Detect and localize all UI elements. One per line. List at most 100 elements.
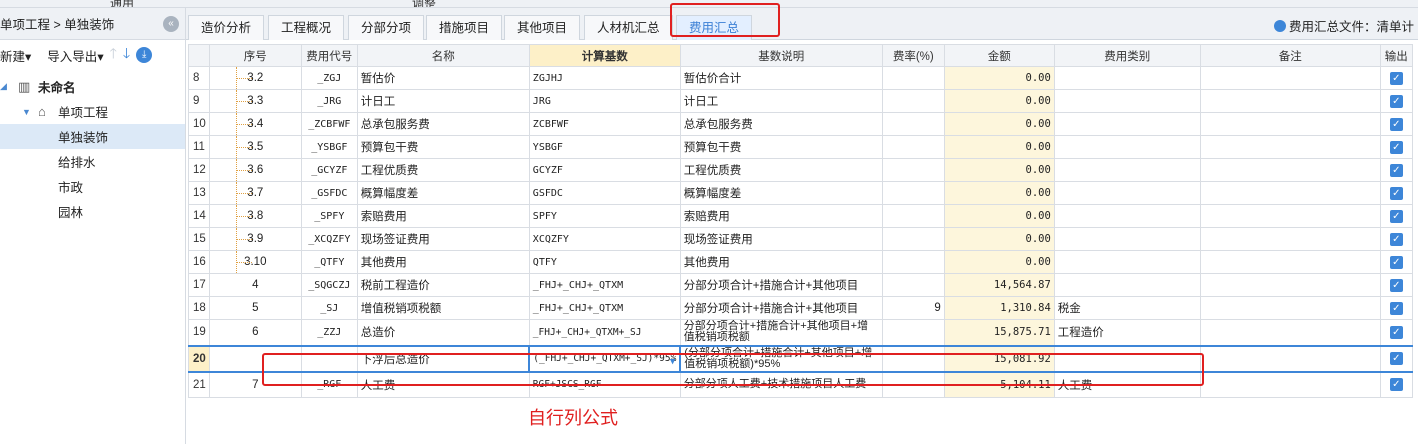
cell-seq[interactable]: 3.10 (208, 250, 302, 274)
cell-rate[interactable] (881, 66, 945, 90)
col-rate[interactable]: 费率(%) (881, 44, 945, 67)
cell-base[interactable]: JRG (528, 89, 681, 113)
cell-remark[interactable] (1199, 250, 1381, 274)
cell-desc[interactable]: 分部分项合计+措施合计+其他项目 (679, 296, 883, 320)
cell-code[interactable]: _ZGJ (300, 66, 358, 90)
col-code[interactable]: 费用代号 (300, 44, 358, 67)
col-remark[interactable]: 备注 (1199, 44, 1381, 67)
col-output[interactable]: 输出 (1379, 44, 1413, 67)
cell-name[interactable]: 总承包服务费 (356, 112, 530, 136)
tree-node-unit[interactable]: 给排水 (0, 149, 185, 174)
cell-amount[interactable]: 0.00 (943, 181, 1055, 205)
cell-seq[interactable]: 3.7 (208, 181, 302, 205)
summary-file-label[interactable]: 费用汇总文件：清单计 (1273, 16, 1414, 35)
cell-category[interactable] (1053, 204, 1201, 228)
cell-name[interactable]: 现场签证费用 (356, 227, 530, 251)
cell-seq[interactable]: 3.4 (208, 112, 302, 136)
cell-n[interactable]: 18 (188, 296, 210, 320)
tree-node-unit[interactable]: 园林 (0, 199, 185, 224)
tab-project-overview[interactable]: 工程概况 (268, 15, 345, 40)
cell-n[interactable]: 9 (188, 89, 210, 113)
cell-category[interactable]: 税金 (1053, 296, 1201, 320)
cell-remark[interactable] (1199, 227, 1381, 251)
cell-amount[interactable]: 0.00 (943, 135, 1055, 159)
cell-desc[interactable]: 预算包干费 (679, 135, 883, 159)
cell-n[interactable]: 20 (188, 344, 210, 373)
col-amount[interactable]: 金额 (943, 44, 1055, 67)
cell-desc[interactable]: 暂估价合计 (679, 66, 883, 90)
cell-n[interactable]: 21 (188, 371, 210, 398)
cell-seq[interactable]: 4 (208, 273, 302, 297)
cell-base[interactable]: XCQZFY (528, 227, 681, 251)
table-row[interactable]: 13 3.7 _GSFDC 概算幅度差 GSFDC 概算幅度差 0.00 ✓ (188, 181, 1413, 205)
cell-rate[interactable] (881, 181, 945, 205)
cell-category[interactable] (1053, 112, 1201, 136)
col-name[interactable]: 名称 (356, 44, 530, 67)
cell-desc[interactable]: 其他费用 (679, 250, 883, 274)
tab-cost-analysis[interactable]: 造价分析 (188, 15, 265, 40)
cell-n[interactable]: 8 (188, 66, 210, 90)
cell-remark[interactable] (1199, 204, 1381, 228)
cell-name[interactable]: 工程优质费 (356, 158, 530, 182)
tab-subitems[interactable]: 分部分项 (348, 15, 425, 40)
tab-measures[interactable]: 措施项目 (426, 15, 503, 40)
output-checkbox[interactable]: ✓ (1389, 117, 1403, 131)
cell-base[interactable]: GCYZF (528, 158, 681, 182)
output-checkbox[interactable]: ✓ (1389, 352, 1403, 365)
cell-code[interactable]: _SJ (300, 296, 358, 320)
cell-desc[interactable]: 分部分项合计+措施合计+其他项目 (679, 273, 883, 297)
cell-seq[interactable]: 3.5 (208, 135, 302, 159)
output-checkbox[interactable]: ✓ (1389, 163, 1403, 177)
cell-n[interactable]: 15 (188, 227, 210, 251)
tree-node-unit[interactable]: 单独装饰 (0, 124, 185, 149)
collapse-icon[interactable]: « (163, 16, 179, 32)
cell-code[interactable]: _ZCBFWF (300, 112, 358, 136)
cell-base[interactable]: _FHJ+_CHJ+_QTXM (528, 296, 681, 320)
cell-remark[interactable] (1199, 181, 1381, 205)
tree-node-project[interactable]: ▼ ⌂ 单项工程 (0, 99, 185, 124)
cell-remark[interactable] (1199, 66, 1381, 90)
output-checkbox[interactable]: ✓ (1389, 255, 1403, 269)
move-down-icon[interactable]: 🡓 (123, 43, 130, 67)
cell-remark[interactable] (1199, 371, 1381, 398)
cell-category[interactable] (1053, 250, 1201, 274)
tab-labor-material[interactable]: 人材机汇总 (584, 15, 673, 40)
cell-rate[interactable] (881, 204, 945, 228)
cell-amount[interactable]: 15,875.71 (943, 319, 1055, 346)
cell-n[interactable]: 13 (188, 181, 210, 205)
cell-amount[interactable]: 14,564.87 (943, 273, 1055, 297)
output-checkbox[interactable]: ✓ (1389, 301, 1403, 315)
cell-n[interactable]: 10 (188, 112, 210, 136)
cell-base[interactable]: YSBGF (528, 135, 681, 159)
cell-rate[interactable]: 9 (881, 296, 945, 320)
cell-category[interactable] (1053, 89, 1201, 113)
cell-code[interactable]: _SQGCZJ (300, 273, 358, 297)
cell-category[interactable] (1053, 135, 1201, 159)
cell-base[interactable]: ZGJHJ (528, 66, 681, 90)
tree-node-root[interactable]: ◢ ▥ 未命名 (0, 74, 185, 99)
cell-code[interactable]: _JRG (300, 89, 358, 113)
cell-category[interactable] (1053, 158, 1201, 182)
table-row[interactable]: 8 3.2 _ZGJ 暂估价 ZGJHJ 暂估价合计 0.00 ✓ (188, 66, 1413, 90)
output-checkbox[interactable]: ✓ (1389, 71, 1403, 85)
cell-rate[interactable] (881, 273, 945, 297)
collapse-triangle-icon[interactable]: ◢ (0, 81, 12, 92)
cell-code[interactable]: _GCYZF (300, 158, 358, 182)
cell-amount[interactable]: 0.00 (943, 250, 1055, 274)
cell-category[interactable] (1053, 227, 1201, 251)
collapse-triangle-icon[interactable]: ▼ (22, 107, 34, 117)
cell-name[interactable]: 计日工 (356, 89, 530, 113)
cell-name[interactable]: 预算包干费 (356, 135, 530, 159)
cell-remark[interactable] (1199, 158, 1381, 182)
col-seq[interactable]: 序号 (208, 44, 302, 67)
col-category[interactable]: 费用类别 (1053, 44, 1201, 67)
cell-category[interactable]: 工程造价 (1053, 319, 1201, 346)
cell-remark[interactable] (1199, 112, 1381, 136)
output-checkbox[interactable]: ✓ (1389, 209, 1403, 223)
move-up-icon[interactable]: 🡑 (110, 43, 117, 67)
cell-n[interactable]: 14 (188, 204, 210, 228)
table-row[interactable]: 9 3.3 _JRG 计日工 JRG 计日工 0.00 ✓ (188, 89, 1413, 113)
cell-desc[interactable]: 计日工 (679, 89, 883, 113)
table-row[interactable]: 11 3.5 _YSBGF 预算包干费 YSBGF 预算包干费 0.00 ✓ (188, 135, 1413, 159)
cell-code[interactable]: _ZZJ (300, 319, 358, 346)
